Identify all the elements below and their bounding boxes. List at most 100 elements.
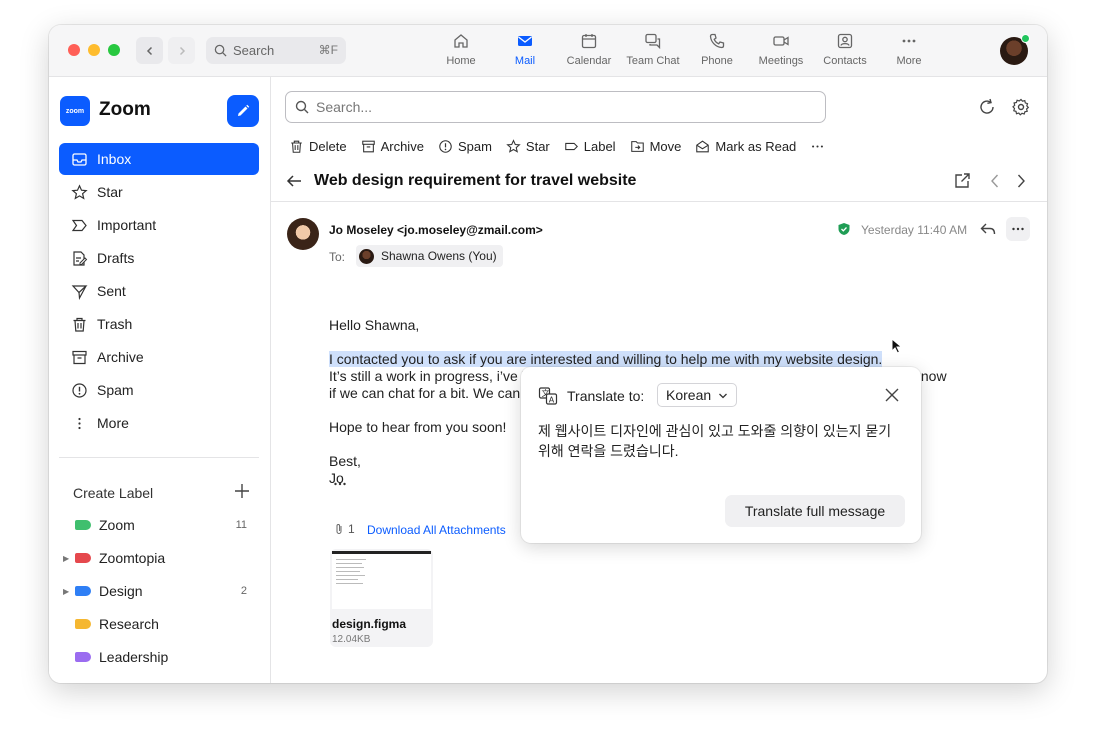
thumb-line [336, 571, 360, 572]
label-item-zoom[interactable]: Zoom 11 [63, 511, 259, 539]
refresh-icon[interactable] [977, 97, 997, 117]
attachment-size: 12.04KB [332, 634, 371, 645]
sender-avatar[interactable] [287, 218, 319, 250]
minimize-window-button[interactable] [88, 44, 100, 56]
mark-read-icon [696, 140, 710, 152]
tab-calendar[interactable]: Calendar [557, 32, 621, 72]
label-item-research[interactable]: Research [63, 610, 259, 638]
label-item-leadership[interactable]: Leadership [63, 643, 259, 671]
global-search[interactable]: Search ⌘F [206, 37, 346, 64]
sidebar-item-archive[interactable]: Archive [59, 341, 259, 373]
archive-button[interactable]: Archive [361, 139, 424, 154]
more-dots-icon [334, 482, 346, 486]
archive-icon [72, 350, 87, 364]
language-select[interactable]: Korean [657, 383, 737, 407]
drafts-icon [73, 250, 88, 266]
translate-full-message-button[interactable]: Translate full message [725, 495, 905, 527]
add-label-button[interactable] [233, 482, 251, 500]
tab-team-chat[interactable]: Team Chat [621, 32, 685, 72]
zoom-window-button[interactable] [108, 44, 120, 56]
translate-icon: 文A [538, 387, 558, 405]
label-button[interactable]: Label [564, 139, 616, 154]
move-button[interactable]: Move [630, 139, 681, 154]
mail-search-placeholder: Search... [316, 99, 373, 115]
label-item-zoomtopia[interactable]: ▶ Zoomtopia [63, 544, 259, 572]
reply-icon[interactable] [979, 220, 997, 238]
delete-button[interactable]: Delete [289, 139, 347, 154]
tab-home[interactable]: Home [429, 32, 493, 72]
sender-name[interactable]: Jo Moseley <jo.moseley@zmail.com> [329, 223, 543, 237]
compose-button[interactable] [227, 95, 259, 127]
sent-icon [71, 284, 88, 300]
sidebar-item-label: More [97, 415, 129, 431]
header-divider [271, 201, 1047, 202]
attachment-card[interactable]: design.figma 12.04KB [330, 549, 433, 647]
pop-out-icon[interactable] [952, 171, 972, 191]
attachment-count: 1 [333, 522, 355, 536]
mark-as-read-button[interactable]: Mark as Read [695, 139, 796, 154]
brand-name: Zoom [99, 99, 151, 120]
tab-contacts[interactable]: Contacts [813, 32, 877, 72]
expand-caret-icon[interactable]: ▶ [63, 554, 75, 563]
label-item-design[interactable]: ▶ Design 2 [63, 577, 259, 605]
translation-text: 제 웹사이트 디자인에 관심이 있고 도와줄 의향이 있는지 묻기 위해 연락을… [538, 423, 892, 459]
sidebar-item-label: Inbox [97, 151, 132, 167]
sidebar-item-important[interactable]: Important [59, 209, 259, 241]
label-name: Design [99, 583, 143, 599]
sidebar-item-spam[interactable]: Spam [59, 374, 259, 406]
label-count: 2 [240, 585, 247, 597]
tab-mail-label: Mail [514, 55, 536, 67]
online-status-dot [1021, 34, 1030, 43]
email-signoff: Best, [329, 453, 361, 469]
tab-phone[interactable]: Phone [685, 32, 749, 72]
tab-meetings[interactable]: Meetings [749, 32, 813, 72]
close-icon[interactable] [883, 386, 901, 404]
tab-meetings-label: Meetings [758, 55, 804, 67]
tab-phone-label: Phone [701, 55, 733, 67]
label-name: Zoom [99, 517, 135, 533]
sidebar-item-inbox[interactable]: Inbox [59, 143, 259, 175]
star-label: Star [525, 138, 550, 154]
mouse-cursor-icon [891, 338, 903, 354]
sidebar-item-sent[interactable]: Sent [59, 275, 259, 307]
chevron-left-icon [146, 46, 152, 55]
settings-gear-icon[interactable] [1011, 97, 1031, 117]
delete-label: Delete [309, 138, 347, 154]
sidebar-item-drafts[interactable]: Drafts [59, 242, 259, 274]
spam-button[interactable]: Spam [438, 139, 492, 154]
expand-caret-icon[interactable]: ▶ [63, 587, 75, 596]
sidebar-item-more[interactable]: More [59, 407, 259, 439]
sidebar-item-star[interactable]: Star [59, 176, 259, 208]
download-all-link[interactable]: Download All Attachments [367, 523, 506, 537]
email-more-button[interactable] [1006, 217, 1030, 241]
back-arrow-icon[interactable] [285, 172, 303, 190]
star-button[interactable]: Star [506, 139, 550, 154]
show-trimmed-button[interactable] [333, 475, 347, 491]
label-label: Label [583, 138, 616, 154]
zoom-logo: zoom [60, 96, 90, 126]
recipient-chip[interactable]: Shawna Owens (You) [356, 245, 503, 267]
sidebar-item-trash[interactable]: Trash [59, 308, 259, 340]
tab-more[interactable]: More [877, 32, 941, 72]
thumb-line [336, 563, 362, 564]
email-body-highlight[interactable]: I contacted you to ask if you are intere… [329, 351, 883, 368]
close-window-button[interactable] [68, 44, 80, 56]
recipient-avatar [359, 248, 374, 264]
search-shortcut: ⌘F [318, 43, 338, 57]
back-button[interactable] [136, 37, 163, 64]
attachment-thumbnail [332, 551, 431, 609]
selected-text[interactable]: I contacted you to ask if you are intere… [329, 351, 883, 367]
next-email-icon[interactable] [1011, 171, 1031, 191]
forward-button[interactable] [168, 37, 195, 64]
tab-mail[interactable]: Mail [493, 32, 557, 72]
tab-home-label: Home [446, 55, 476, 67]
archive-label: Archive [380, 138, 424, 154]
more-dots-icon [902, 39, 916, 43]
previous-email-icon[interactable] [985, 171, 1005, 191]
more-dots-icon [1012, 227, 1024, 231]
mail-search-input[interactable]: Search... [285, 91, 826, 123]
mail-toolbar: Delete Archive Spam Star Label Move Mark… [289, 136, 844, 156]
thumb-line [336, 583, 363, 584]
thumb-line [336, 567, 364, 568]
toolbar-more-button[interactable] [810, 139, 830, 154]
